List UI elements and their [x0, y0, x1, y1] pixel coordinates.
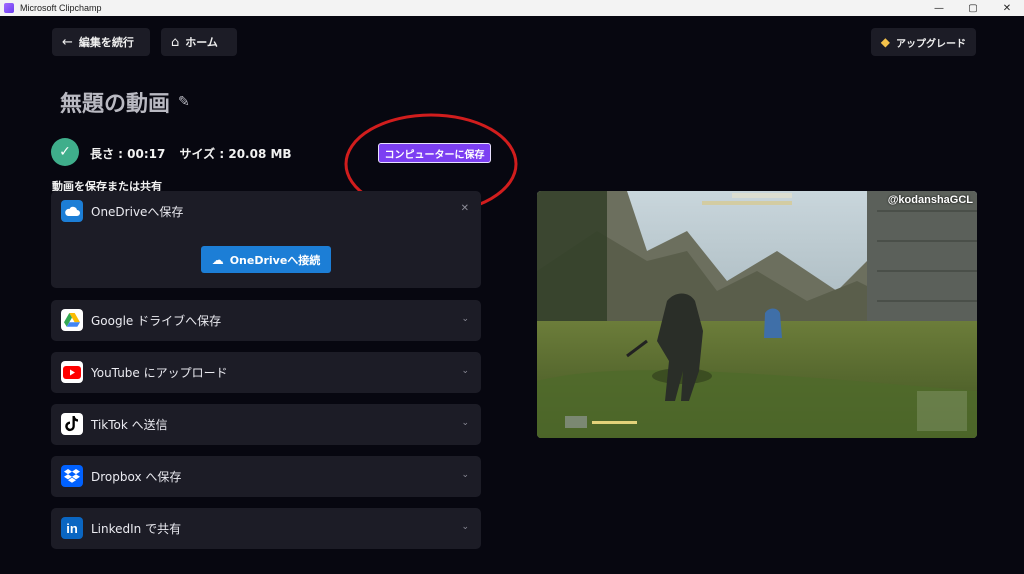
continue-editing-button[interactable]: ← 編集を続行	[52, 28, 150, 56]
share-option-label: TikTok へ送信	[91, 417, 168, 432]
share-option-label: LinkedIn で共有	[91, 521, 182, 536]
home-icon: ⌂	[171, 34, 180, 50]
onedrive-icon	[61, 200, 83, 222]
upgrade-label: アップグレード	[896, 38, 966, 50]
video-preview[interactable]: @kodanshaGCL	[537, 191, 977, 438]
chevron-down-icon: ⌄	[461, 522, 469, 532]
share-option-header: Dropbox へ保存 ⌄	[51, 456, 481, 496]
preview-watermark: @kodanshaGCL	[887, 194, 973, 206]
video-size: サイズ : 20.08 MB	[179, 147, 292, 161]
share-option-header: in LinkedIn で共有 ⌄	[51, 508, 481, 548]
share-option-label: YouTube にアップロード	[91, 365, 228, 380]
export-complete-check-icon: ✓	[51, 138, 79, 166]
share-option-linkedin[interactable]: in LinkedIn で共有 ⌄	[51, 508, 481, 549]
video-title-text: 無題の動画	[60, 92, 171, 117]
share-option-label: Google ドライブへ保存	[91, 313, 222, 328]
dropbox-icon	[61, 465, 83, 487]
minimize-button[interactable]: —	[922, 0, 956, 16]
connect-onedrive-button[interactable]: ☁ OneDriveへ接続	[201, 246, 331, 273]
window-title: Microsoft Clipchamp	[20, 3, 102, 13]
cloud-icon: ☁	[211, 252, 224, 267]
connect-onedrive-label: OneDriveへ接続	[229, 253, 321, 267]
clipchamp-logo-icon	[4, 3, 14, 13]
onedrive-card: OneDriveへ保存 ✕ ☁ OneDriveへ接続	[51, 191, 481, 288]
share-option-google-drive[interactable]: Google ドライブへ保存 ⌄	[51, 300, 481, 341]
window-controls: — ▢ ✕	[922, 0, 1024, 16]
chevron-down-icon: ⌄	[461, 314, 469, 324]
video-meta: 長さ : 00:17 サイズ : 20.08 MB	[90, 145, 292, 162]
video-title[interactable]: 無題の動画 ✎	[60, 86, 190, 118]
youtube-icon	[61, 361, 83, 383]
share-option-header: TikTok へ送信 ⌄	[51, 404, 481, 444]
maximize-button[interactable]: ▢	[956, 0, 990, 16]
chevron-down-icon: ⌄	[461, 418, 469, 428]
close-window-button[interactable]: ✕	[990, 0, 1024, 16]
home-label: ホーム	[185, 36, 218, 49]
upgrade-button[interactable]: ◆ アップグレード	[870, 28, 976, 56]
onedrive-label: OneDriveへ保存	[91, 204, 184, 219]
share-option-dropbox[interactable]: Dropbox へ保存 ⌄	[51, 456, 481, 497]
home-button[interactable]: ⌂ ホーム	[161, 28, 237, 56]
diamond-icon: ◆	[880, 35, 890, 49]
arrow-left-icon: ←	[62, 34, 73, 50]
chevron-down-icon: ⌄	[461, 366, 469, 376]
window-titlebar: Microsoft Clipchamp — ▢ ✕	[0, 0, 1024, 16]
share-option-tiktok[interactable]: TikTok へ送信 ⌄	[51, 404, 481, 445]
google-drive-icon	[61, 309, 83, 331]
share-option-label: Dropbox へ保存	[91, 469, 182, 484]
video-length: 長さ : 00:17	[90, 147, 166, 161]
chevron-down-icon: ⌄	[461, 470, 469, 480]
continue-editing-label: 編集を続行	[78, 36, 134, 49]
export-page: ← 編集を続行 ⌂ ホーム ◆ アップグレード 無題の動画 ✎ ✓ 長さ : 0…	[0, 16, 1024, 574]
onedrive-card-header[interactable]: OneDriveへ保存 ✕	[51, 191, 481, 231]
share-option-youtube[interactable]: YouTube にアップロード ⌄	[51, 352, 481, 393]
save-to-computer-button[interactable]: コンピューターに保存	[378, 143, 491, 163]
tiktok-icon	[61, 413, 83, 435]
game-screenshot-thumbnail	[537, 191, 977, 438]
share-option-header: YouTube にアップロード ⌄	[51, 352, 481, 392]
linkedin-icon: in	[61, 517, 83, 539]
share-option-header: Google ドライブへ保存 ⌄	[51, 300, 481, 340]
pencil-edit-icon[interactable]: ✎	[178, 94, 190, 110]
close-icon[interactable]: ✕	[461, 203, 469, 214]
